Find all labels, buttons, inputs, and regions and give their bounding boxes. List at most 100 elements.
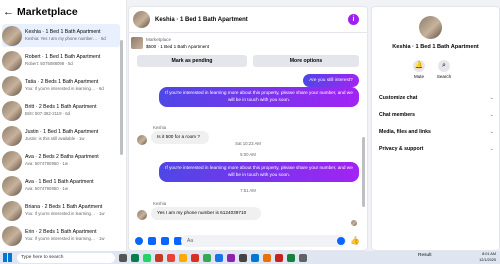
thumbs-up-icon[interactable]: 👍 bbox=[350, 236, 360, 245]
listing-summary[interactable]: Marketplace $500 · 1 Bed 1 Bath Apartmen… bbox=[131, 37, 210, 49]
chevron-down-icon: ⌄ bbox=[489, 146, 494, 152]
message-incoming: Is it 500 for a room ? bbox=[151, 131, 209, 144]
conversation-text: Ava · 2 Beds 2 Baths Apartment Ava: 50747… bbox=[25, 154, 117, 167]
sidebar-title: Marketplace bbox=[17, 6, 78, 18]
app-icon[interactable] bbox=[263, 253, 271, 262]
sender-avatar bbox=[137, 135, 147, 145]
conversation-name: Ava · 2 Beds 2 Baths Apartment bbox=[25, 154, 99, 160]
listing-label: Marketplace bbox=[146, 37, 172, 42]
whatsapp-icon[interactable] bbox=[143, 253, 151, 262]
clock-date: 12/1/2025 bbox=[479, 257, 496, 262]
app-icon[interactable] bbox=[275, 253, 283, 262]
taskbar-search[interactable]: Type here to search bbox=[17, 252, 115, 263]
conversation-text: Keshia · 1 Bed 1 Bath Apartment Keshia: Y… bbox=[25, 29, 117, 42]
conversation-avatar bbox=[2, 175, 22, 196]
app-icon[interactable] bbox=[179, 253, 187, 262]
windows-start-icon[interactable] bbox=[3, 253, 12, 262]
chevron-down-icon: ⌄ bbox=[489, 95, 494, 101]
chevron-down-icon: ⌄ bbox=[489, 129, 494, 135]
conversation-item[interactable]: Robert · 1 Bed 1 Bath Apartment Robert: 5… bbox=[2, 49, 120, 72]
emoji-icon[interactable] bbox=[337, 237, 345, 245]
clock[interactable]: 8:01 AM 12/1/2025 bbox=[479, 252, 496, 263]
sidebar-scrollbar[interactable] bbox=[120, 40, 123, 155]
mark-pending-button[interactable]: Mark as pending bbox=[137, 55, 247, 67]
profile-name: Keshia · 1 Bed 1 Bath Apartment bbox=[392, 44, 479, 50]
conversation-text: Tatia · 2 Beds 1 Bath Apartment You: If y… bbox=[25, 79, 117, 92]
back-arrow-icon[interactable]: ← bbox=[3, 6, 15, 18]
conversation-item[interactable]: Erin · 2 Beds 1 Bath Apartment You: If yo… bbox=[2, 224, 120, 247]
search-button[interactable]: ⌕ Search bbox=[433, 60, 455, 79]
app-icon[interactable] bbox=[203, 253, 211, 262]
microphone-icon[interactable] bbox=[135, 237, 143, 245]
conversation-avatar bbox=[2, 100, 22, 121]
chat-title[interactable]: Keshia · 1 Bed 1 Bath Apartment bbox=[155, 17, 248, 23]
bell-icon: 🔔 bbox=[413, 60, 425, 72]
app-icon[interactable] bbox=[239, 253, 247, 262]
conversation-item[interactable]: Ava · 2 Beds 2 Baths Apartment Ava: 50747… bbox=[2, 149, 120, 172]
read-receipt-avatar bbox=[351, 220, 357, 226]
app-icon[interactable] bbox=[131, 253, 139, 262]
conversation-name: Briana · 2 Beds 1 Bath Apartment bbox=[25, 204, 103, 210]
search-label: Search bbox=[436, 74, 452, 79]
app-icon[interactable] bbox=[299, 253, 307, 262]
conversation-name: Britt · 2 Beds 1 Bath Apartment bbox=[25, 104, 97, 110]
conversation-list-pane: ← Marketplace Keshia · 1 Bed 1 Bath Apar… bbox=[0, 0, 127, 251]
conversation-avatar bbox=[2, 225, 22, 246]
conversation-text: Erin · 2 Beds 1 Bath Apartment You: If yo… bbox=[25, 229, 117, 242]
chat-scrollbar[interactable] bbox=[362, 137, 365, 207]
customize-chat-row[interactable]: Customize chat ⌄ bbox=[379, 95, 494, 101]
timestamp: 7:51 AM bbox=[240, 188, 256, 193]
app-icon[interactable] bbox=[287, 253, 295, 262]
chat-members-row[interactable]: Chat members ⌄ bbox=[379, 112, 494, 118]
sticker-icon[interactable] bbox=[161, 237, 169, 245]
message-outgoing: Are you still interest? bbox=[303, 74, 359, 87]
media-files-row[interactable]: Media, files and links ⌄ bbox=[379, 129, 494, 135]
conversation-item[interactable]: Briana · 2 Beds 1 Bath Apartment You: If … bbox=[2, 199, 120, 222]
app-icon[interactable] bbox=[191, 253, 199, 262]
chrome-icon[interactable] bbox=[167, 253, 175, 262]
app-icon[interactable] bbox=[251, 253, 259, 262]
conversation-item[interactable]: Britt · 2 Beds 1 Bath Apartment Britt: 50… bbox=[2, 99, 120, 122]
taskbar: Type here to search Result 8:01 AM 12/1/… bbox=[0, 251, 500, 264]
profile-avatar[interactable] bbox=[419, 16, 442, 39]
conversation-avatar bbox=[2, 125, 22, 146]
conversation-item[interactable]: Ava · 1 Bed 1 Bath Apartment Ava: 5074790… bbox=[2, 174, 120, 197]
profile-pane: Keshia · 1 Bed 1 Bath Apartment 🔔 Mute ⌕… bbox=[371, 6, 500, 251]
message-incoming: Yes I am my phone number is 6124039710 bbox=[151, 207, 261, 220]
conversation-text: Ava · 1 Bed 1 Bath Apartment Ava: 5074790… bbox=[25, 179, 117, 192]
sender-name: Keshia bbox=[153, 125, 167, 130]
conversation-preview: You: If you're interested in learning… ·… bbox=[25, 211, 105, 216]
image-icon[interactable] bbox=[148, 237, 156, 245]
chat-header: Keshia · 1 Bed 1 Bath Apartment i bbox=[129, 7, 367, 33]
task-view-icon[interactable] bbox=[119, 253, 127, 262]
conversation-item[interactable]: Keshia · 1 Bed 1 Bath Apartment Keshia: Y… bbox=[2, 24, 120, 47]
mute-button[interactable]: 🔔 Mute bbox=[408, 60, 430, 79]
app-icon[interactable] bbox=[215, 253, 223, 262]
conversation-preview: You: If you're interested in learning… ·… bbox=[25, 236, 105, 241]
row-label: Privacy & support bbox=[379, 146, 424, 152]
conversation-name: Erin · 2 Beds 1 Bath Apartment bbox=[25, 229, 97, 235]
sender-name: Keshia bbox=[153, 201, 167, 206]
chat-pane: Keshia · 1 Bed 1 Bath Apartment i Market… bbox=[128, 6, 368, 251]
clock-time: 8:01 AM bbox=[482, 252, 496, 256]
app-icon[interactable] bbox=[227, 253, 235, 262]
more-options-button[interactable]: More options bbox=[253, 55, 359, 67]
conversation-preview: Ava: 5074790950 · 1w bbox=[25, 161, 68, 166]
conversation-text: Britt · 2 Beds 1 Bath Apartment Britt: 50… bbox=[25, 104, 117, 117]
system-tray-result[interactable]: Result bbox=[418, 253, 432, 258]
conversation-name: Justin · 1 Bed 1 Bath Apartment bbox=[25, 129, 99, 135]
privacy-support-row[interactable]: Privacy & support ⌄ bbox=[379, 146, 494, 152]
app-icon[interactable] bbox=[155, 253, 163, 262]
conversation-preview: Ava: 5074790950 · 1w bbox=[25, 186, 68, 191]
sidebar-header: ← Marketplace bbox=[0, 0, 126, 24]
chat-avatar[interactable] bbox=[133, 11, 150, 28]
listing-price: $500 · 1 Bed 1 Bath Apartment bbox=[146, 44, 210, 49]
conversation-preview: Justin: is this still available · 1w bbox=[25, 136, 85, 141]
conversation-text: Robert · 1 Bed 1 Bath Apartment Robert: 5… bbox=[25, 54, 117, 67]
message-input[interactable]: Aa bbox=[181, 235, 346, 247]
conversation-item[interactable]: Justin · 1 Bed 1 Bath Apartment Justin: i… bbox=[2, 124, 120, 147]
conversation-item[interactable]: Tatia · 2 Beds 1 Bath Apartment You: If y… bbox=[2, 74, 120, 97]
info-icon[interactable]: i bbox=[348, 14, 359, 25]
message-outgoing: If you're interested in learning more ab… bbox=[159, 162, 359, 182]
conversation-preview: Robert: 5075088098 · 5d bbox=[25, 61, 73, 66]
